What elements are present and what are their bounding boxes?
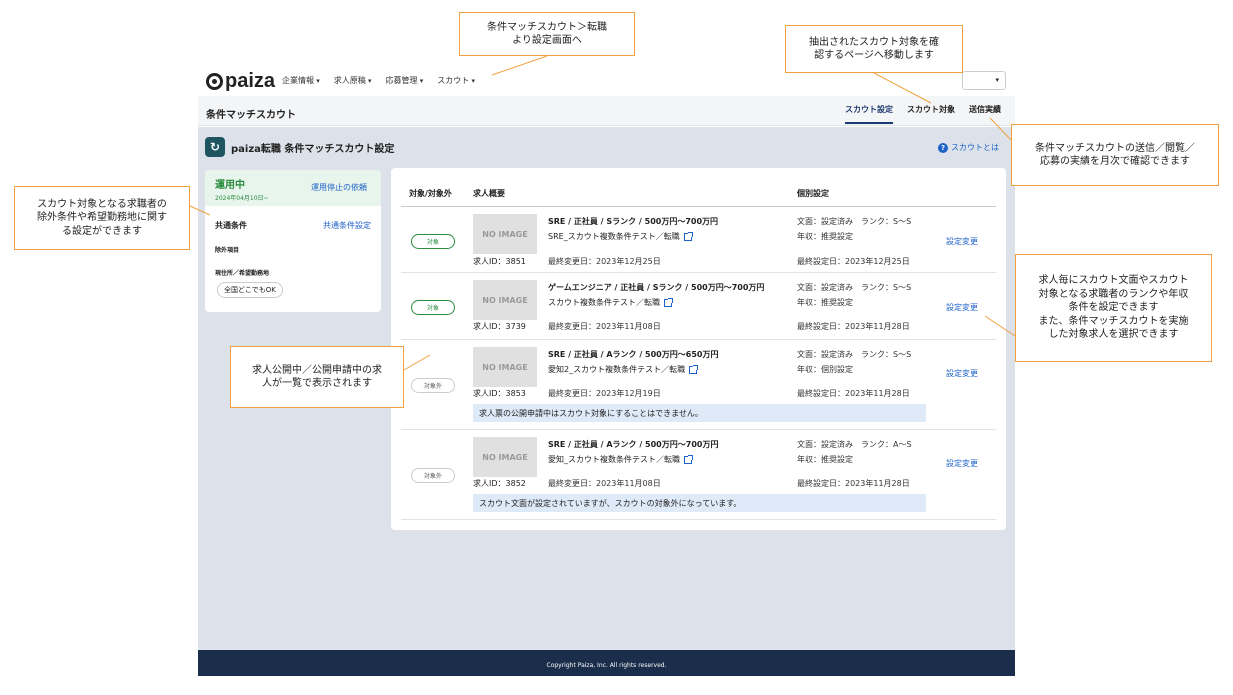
job-subtitle[interactable]: 愛知_スカウト複数条件テスト／転職 — [548, 454, 693, 465]
job-id: 求人ID：3851 — [473, 257, 526, 266]
individual-last-set: 最終設定日：2023年11月28日 — [797, 479, 910, 488]
logo-text: paiza — [225, 70, 276, 92]
tab-scout-settings[interactable]: スカウト設定 — [845, 104, 893, 124]
table-row: 対象外 NO IMAGE SRE / 正社員 / Aランク / 500万円〜70… — [401, 430, 996, 520]
col-header-individual: 個別設定 — [797, 189, 829, 198]
callout-job-list: 求人公開中／公開申請中の求 人が一覧で表示されます — [230, 346, 404, 408]
individual-salary: 年収：個別設定 — [797, 365, 853, 374]
tab-scout-targets[interactable]: スカウト対象 — [907, 104, 955, 124]
paiza-logo[interactable]: paiza — [206, 70, 275, 93]
external-link-icon[interactable] — [684, 454, 693, 464]
individual-salary: 年収：推奨設定 — [797, 455, 853, 464]
paiza-app-icon: ↻ — [205, 137, 225, 157]
row-notice: スカウト文面が設定されていますが、スカウトの対象外になっています。 — [473, 494, 926, 512]
job-title: SRE / 正社員 / Aランク / 500万円〜650万円 — [548, 350, 719, 359]
target-badge: 対象外 — [411, 378, 455, 393]
nav-job-posting[interactable]: 求人原稿 — [334, 75, 372, 86]
job-list-card: 対象/対象外 求人概要 個別設定 対象 NO IMAGE SRE / 正社員 /… — [391, 168, 1006, 530]
job-subtitle[interactable]: 愛知2_スカウト複数条件テスト／転職 — [548, 364, 699, 375]
callout-results: 条件マッチスカウトの送信／閲覧／ 応募の実績を月次で確認できます — [1011, 124, 1219, 186]
nav-application-mgmt[interactable]: 応募管理 — [386, 75, 424, 86]
job-no-image: NO IMAGE — [473, 280, 537, 320]
stop-request-link[interactable]: 運用停止の依頼 — [311, 182, 367, 193]
job-id: 求人ID：3739 — [473, 322, 526, 331]
nav-company-info[interactable]: 企業情報 — [282, 75, 320, 86]
job-title: ゲームエンジニア / 正社員 / Sランク / 500万円〜700万円 — [548, 283, 765, 292]
job-subtitle-text: 愛知2_スカウト複数条件テスト／転職 — [548, 365, 686, 374]
target-badge: 対象外 — [411, 468, 455, 483]
individual-salary: 年収：推奨設定 — [797, 298, 853, 307]
job-title: SRE / 正社員 / Sランク / 500万円〜700万円 — [548, 217, 719, 226]
job-id: 求人ID：3852 — [473, 479, 526, 488]
job-no-image: NO IMAGE — [473, 347, 537, 387]
job-subtitle-text: SRE_スカウト複数条件テスト／転職 — [548, 232, 680, 241]
edit-settings-link[interactable]: 設定変更 — [946, 302, 978, 313]
job-subtitle[interactable]: スカウト複数条件テスト／転職 — [548, 297, 673, 308]
tab-send-results[interactable]: 送信実績 — [969, 104, 1001, 124]
callout-target-page: 抽出されたスカウト対象を確 認するページへ移動します — [785, 25, 963, 73]
table-row: 対象 NO IMAGE ゲームエンジニア / 正社員 / Sランク / 500万… — [401, 273, 996, 340]
section-title: 条件マッチスカウト — [206, 110, 296, 121]
target-badge: 対象 — [411, 234, 455, 249]
job-subtitle-text: 愛知_スカウト複数条件テスト／転職 — [548, 455, 680, 464]
job-modified: 最終変更日：2023年12月25日 — [548, 257, 661, 266]
status-date: 2024年04月10日~ — [215, 195, 269, 202]
job-modified: 最終変更日：2023年11月08日 — [548, 479, 661, 488]
target-badge: 対象 — [411, 300, 455, 315]
row-notice: 求人票の公開申請中はスカウト対象にすることはできません。 — [473, 404, 926, 422]
subheader: 条件マッチスカウト スカウト設定 スカウト対象 送信実績 — [198, 96, 1015, 126]
account-select[interactable]: ▾ — [962, 71, 1006, 90]
page-heading: ↻ paiza転職 条件マッチスカウト設定 — [205, 137, 394, 157]
callout-nav: 条件マッチスカウト＞転職 より設定画面へ — [459, 12, 635, 56]
common-conditions-label: 共通条件 — [215, 221, 247, 230]
tab-bar: スカウト設定 スカウト対象 送信実績 — [845, 104, 1001, 124]
help-link[interactable]: ? スカウトとは — [938, 142, 999, 153]
common-conditions-row: 共通条件 共通条件設定 — [205, 206, 381, 231]
individual-last-set: 最終設定日：2023年11月28日 — [797, 322, 910, 331]
col-header-summary: 求人概要 — [473, 189, 505, 198]
individual-template-rank: 文面：設定済み ランク：S〜S — [797, 283, 912, 292]
status-box: 運用中 2024年04月10日~ 運用停止の依頼 — [205, 170, 381, 206]
footer-copyright: Copyright Paiza, Inc. All rights reserve… — [198, 650, 1015, 676]
individual-last-set: 最終設定日：2023年11月28日 — [797, 389, 910, 398]
exclude-label: 除外項目 — [215, 247, 240, 254]
location-label: 現住所／希望勤務地 — [215, 270, 270, 277]
question-icon: ? — [938, 142, 948, 153]
job-title: SRE / 正社員 / Aランク / 500万円〜700万円 — [548, 440, 719, 449]
job-modified: 最終変更日：2023年12月19日 — [548, 389, 661, 398]
external-link-icon[interactable] — [689, 364, 699, 374]
callout-individual: 求人毎にスカウト文面やスカウト 対象となる求職者のランクや年収 条件を設定できま… — [1015, 254, 1212, 362]
job-id: 求人ID：3853 — [473, 389, 526, 398]
top-nav: 企業情報 求人原稿 応募管理 スカウト — [282, 75, 475, 86]
individual-salary: 年収：推奨設定 — [797, 232, 853, 241]
individual-template-rank: 文面：設定済み ランク：S〜S — [797, 350, 912, 359]
job-no-image: NO IMAGE — [473, 437, 537, 477]
help-link-label: スカウトとは — [951, 143, 999, 152]
callout-left-panel: スカウト対象となる求職者の 除外条件や希望勤務地に関す る設定ができます — [14, 186, 190, 250]
individual-last-set: 最終設定日：2023年12月25日 — [797, 257, 910, 266]
common-conditions-link[interactable]: 共通条件設定 — [323, 220, 371, 231]
page-title: paiza転職 条件マッチスカウト設定 — [231, 143, 395, 155]
table-row: 対象 NO IMAGE SRE / 正社員 / Sランク / 500万円〜700… — [401, 207, 996, 273]
job-no-image: NO IMAGE — [473, 214, 537, 254]
edit-settings-link[interactable]: 設定変更 — [946, 368, 978, 379]
location-chip: 全国どこでもOK — [217, 282, 283, 298]
external-link-icon[interactable] — [683, 231, 693, 241]
job-subtitle-text: スカウト複数条件テスト／転職 — [548, 298, 660, 307]
settings-panel: 運用中 2024年04月10日~ 運用停止の依頼 共通条件 共通条件設定 除外項… — [205, 170, 381, 312]
job-subtitle[interactable]: SRE_スカウト複数条件テスト／転職 — [548, 231, 693, 242]
edit-settings-link[interactable]: 設定変更 — [946, 458, 978, 469]
individual-template-rank: 文面：設定済み ランク：S〜S — [797, 217, 912, 226]
edit-settings-link[interactable]: 設定変更 — [946, 236, 978, 247]
external-link-icon[interactable] — [664, 297, 673, 307]
individual-template-rank: 文面：設定済み ランク：A〜S — [797, 440, 912, 449]
table-row: 対象外 NO IMAGE SRE / 正社員 / Aランク / 500万円〜65… — [401, 340, 996, 430]
logo-mark-icon — [206, 73, 223, 90]
job-modified: 最終変更日：2023年11月08日 — [548, 322, 661, 331]
col-header-target: 対象/対象外 — [409, 189, 452, 198]
nav-scout[interactable]: スカウト — [437, 75, 475, 86]
